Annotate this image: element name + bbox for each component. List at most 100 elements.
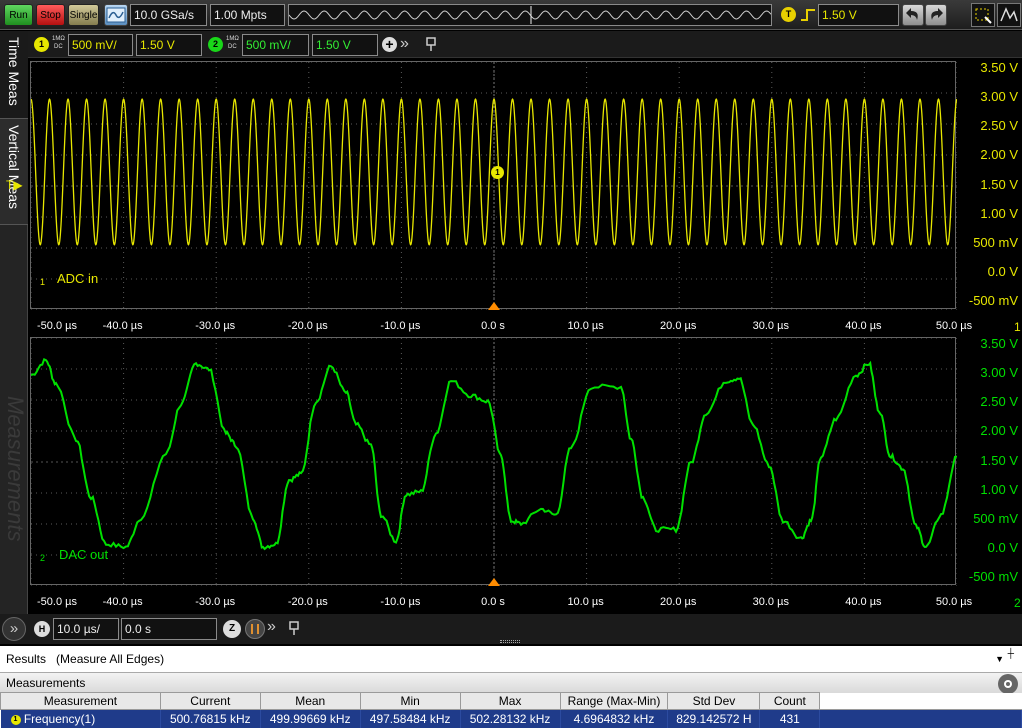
trigger-level-marker[interactable]: T▶: [6, 178, 23, 192]
y-tick-label: 2.50 V: [980, 118, 1018, 134]
pin-icon-2[interactable]: [288, 620, 300, 636]
ch2-badge[interactable]: 2: [208, 37, 223, 52]
y-tick-label: 3.50 V: [980, 336, 1018, 351]
ch1-label: ADC in: [57, 271, 99, 286]
ch2-scale-field[interactable]: 500 mV/: [242, 34, 309, 56]
splitter-handle[interactable]: [500, 640, 520, 643]
ch1-impedance: 1MΩ: [52, 36, 65, 42]
measurements-watermark[interactable]: Measurements: [2, 396, 28, 542]
channel-toolbar: 1 1MΩ DC 500 mV/ 1.50 V 2 1MΩ DC 500 mV/…: [28, 31, 1022, 58]
add-channel-icon[interactable]: +: [382, 37, 397, 52]
ch2-label: DAC out: [59, 547, 109, 562]
x-tick-label: -10.0 µs: [380, 320, 421, 332]
results-title: Results (Measure All Edges): [6, 652, 164, 666]
column-header[interactable]: Max: [459, 692, 561, 710]
x-tick-label: -40.0 µs: [102, 596, 143, 608]
waveform-display-icon[interactable]: [104, 4, 128, 26]
trigger-position-marker[interactable]: [488, 578, 500, 586]
trigger-arrow-icon: ▶: [13, 178, 23, 192]
measurement-name: Frequency(1): [23, 711, 96, 726]
ch1-scale-field[interactable]: 500 mV/: [68, 34, 133, 56]
undo-icon[interactable]: [902, 4, 924, 26]
min-cell: 497.58484 kHz: [360, 709, 461, 728]
memory-depth-field[interactable]: 1.00 Mpts: [210, 4, 285, 26]
expand-chevron-icon-2[interactable]: »: [267, 618, 276, 636]
tab-time-meas[interactable]: Time Meas: [0, 31, 28, 119]
ch1-edge-marker: 1: [1014, 320, 1021, 334]
ch1-position-marker[interactable]: 1: [491, 166, 504, 179]
ch1-plot[interactable]: ADC in 1: [30, 61, 958, 311]
stddev-cell: 829.142572 H: [667, 709, 761, 728]
max-cell: 502.28132 kHz: [460, 709, 561, 728]
results-pin-icon[interactable]: ┼: [1008, 648, 1014, 658]
trigger-badge[interactable]: T: [781, 7, 796, 22]
x-tick-label: -40.0 µs: [102, 320, 143, 332]
results-menu-icon[interactable]: ▼: [995, 654, 1004, 664]
time-position-field[interactable]: 0.0 s: [121, 618, 217, 640]
x-tick-label: -30.0 µs: [195, 596, 236, 608]
y-tick-label: 3.00 V: [980, 365, 1018, 381]
column-header[interactable]: Std Dev: [667, 692, 761, 710]
column-header[interactable]: Count: [759, 692, 821, 710]
tab-time-meas-label: Time Meas: [6, 37, 22, 106]
side-tabs: Time Meas Vertical Meas Measurements: [0, 31, 28, 616]
ch2-plot[interactable]: DAC out: [30, 337, 958, 587]
results-title-label: Results: [6, 652, 47, 666]
table-row[interactable]: 1 Frequency(1) 500.76815 kHz 499.99669 k…: [0, 709, 1022, 728]
trigger-position-marker[interactable]: [488, 302, 500, 310]
pin-icon[interactable]: [425, 36, 437, 52]
ch2-ground-marker[interactable]: 2: [40, 553, 45, 563]
y-tick-label: 2.50 V: [980, 394, 1018, 410]
autoscale-icon[interactable]: [997, 3, 1021, 27]
x-tick-label: 10.0 µs: [567, 596, 604, 608]
ch2-coupling: DC: [228, 44, 237, 50]
y-tick-label: 0.0 V: [987, 263, 1018, 279]
overview-waveform-icon: [288, 6, 772, 24]
expand-panel-icon[interactable]: »: [2, 617, 26, 641]
ch1-offset-field[interactable]: 1.50 V: [136, 34, 202, 56]
column-header[interactable]: Min: [359, 692, 461, 710]
horizontal-badge[interactable]: H: [34, 621, 50, 637]
ch1-waveform-canvas: [30, 61, 958, 311]
timebase-toolbar: » H 10.0 µs/ 0.0 s Z »: [0, 614, 1022, 644]
expand-chevron-icon[interactable]: »: [400, 35, 409, 53]
x-tick-label: 20.0 µs: [660, 320, 697, 332]
stop-button[interactable]: Stop: [36, 4, 65, 26]
single-button[interactable]: Single: [68, 4, 99, 26]
x-tick-label: 50.0 µs: [935, 320, 973, 332]
x-tick-label: 30.0 µs: [752, 320, 789, 332]
row-filler: [819, 709, 1022, 728]
column-header-filler: [819, 692, 1022, 710]
trigger-level-field[interactable]: 1.50 V: [818, 4, 899, 26]
x-tick-label: 40.0 µs: [845, 596, 882, 608]
measurement-name-cell[interactable]: 1 Frequency(1): [0, 709, 161, 728]
rising-edge-icon[interactable]: [800, 7, 816, 23]
redo-icon[interactable]: [925, 4, 947, 26]
ch2-impedance: 1MΩ: [226, 36, 239, 42]
waveform-overview[interactable]: [288, 4, 772, 26]
zoom-box-icon[interactable]: [971, 3, 995, 27]
top-toolbar: Run Stop Single 10.0 GSa/s 1.00 Mpts T 1…: [0, 0, 1022, 30]
x-tick-label: -50.0 µs: [37, 320, 77, 332]
y-tick-label: 1.00 V: [980, 481, 1018, 497]
oscilloscope-app: Run Stop Single 10.0 GSa/s 1.00 Mpts T 1…: [0, 0, 1022, 728]
zoom-mode-badge[interactable]: Z: [223, 620, 241, 638]
measurements-table: Measurement Current Mean Min Max Range (…: [0, 692, 1022, 728]
navigation-knob-icon[interactable]: [245, 619, 265, 639]
column-header[interactable]: Measurement: [0, 692, 161, 710]
x-tick-label: -10.0 µs: [380, 596, 421, 608]
column-header[interactable]: Range (Max-Min): [559, 692, 669, 710]
settings-gear-icon[interactable]: [998, 674, 1018, 694]
ch2-offset-field[interactable]: 1.50 V: [312, 34, 378, 56]
ch1-ground-marker[interactable]: 1: [40, 277, 45, 287]
x-tick-label: 0.0 s: [481, 596, 505, 608]
y-tick-label: 3.50 V: [980, 60, 1018, 75]
run-button[interactable]: Run: [4, 4, 33, 26]
column-header[interactable]: Current: [159, 692, 261, 710]
ch1-badge[interactable]: 1: [34, 37, 49, 52]
y-tick-label: -500 mV: [968, 293, 1018, 308]
sample-rate-field[interactable]: 10.0 GSa/s: [130, 4, 207, 26]
time-scale-field[interactable]: 10.0 µs/: [53, 618, 119, 640]
tab-vertical-meas[interactable]: Vertical Meas: [0, 119, 28, 225]
column-header[interactable]: Mean: [259, 692, 361, 710]
